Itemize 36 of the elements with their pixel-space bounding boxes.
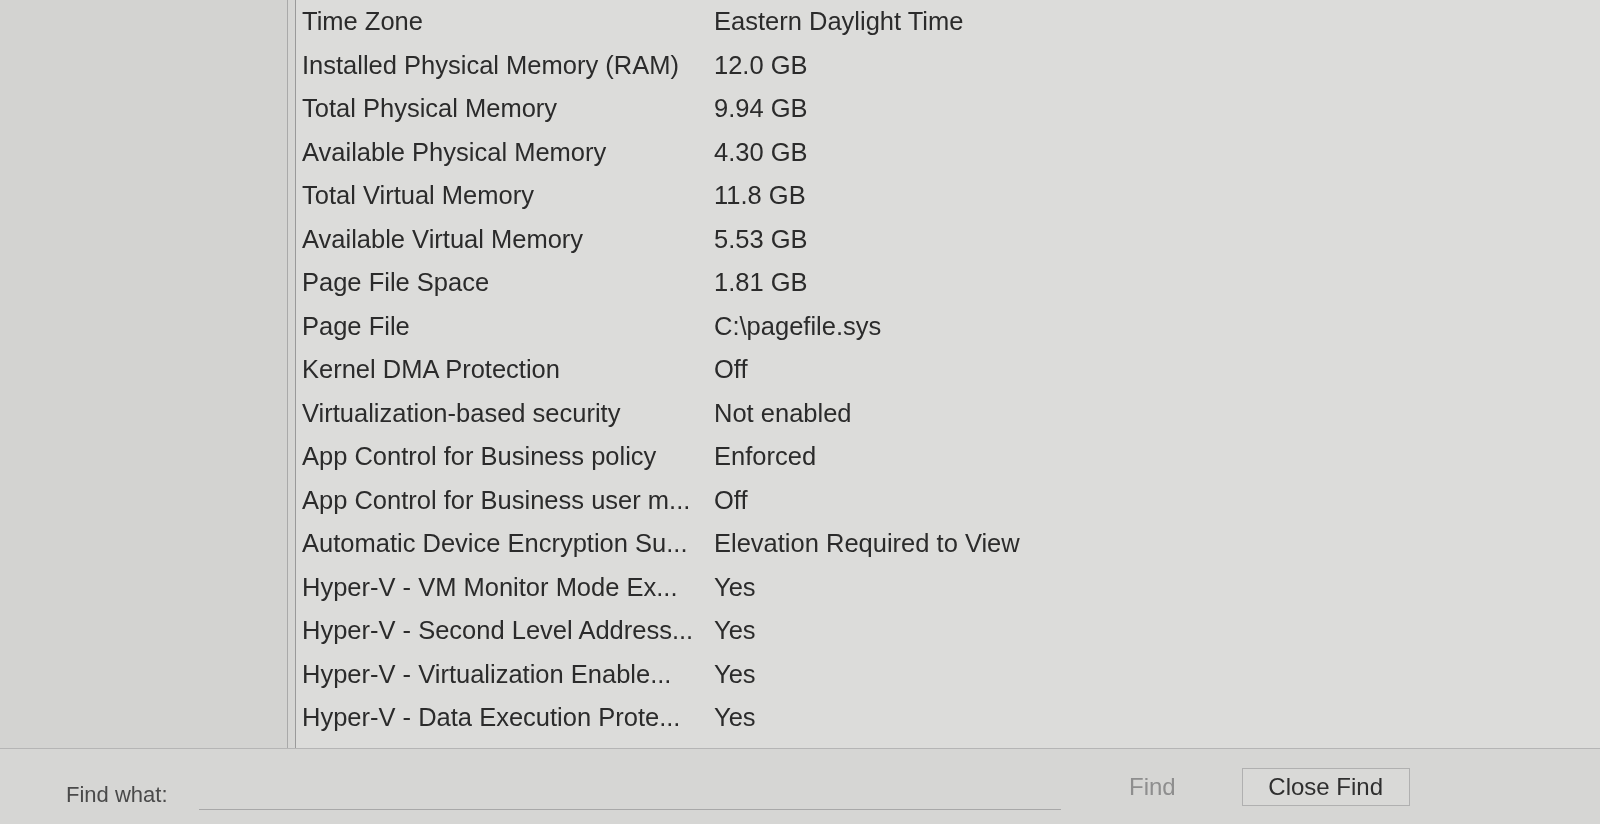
item-name: App Control for Business user m... (302, 487, 692, 513)
item-name: Available Virtual Memory (302, 226, 585, 252)
item-name: Installed Physical Memory (RAM) (302, 52, 680, 78)
item-value: 12.0 GB (714, 52, 808, 78)
item-name: Automatic Device Encryption Su... (302, 531, 689, 557)
item-value: Eastern Daylight Time (714, 9, 964, 35)
item-value: Yes (714, 705, 756, 731)
item-name: Hyper-V - Data Execution Prote... (302, 705, 682, 731)
item-value: 9.94 GB (714, 96, 808, 122)
close-find-button[interactable]: Close Find (1241, 767, 1410, 806)
item-name: Page File Space (302, 270, 491, 296)
item-value: Yes (714, 618, 756, 644)
item-value: C:\pagefile.sys (714, 313, 882, 339)
item-name: Total Virtual Memory (302, 183, 535, 209)
item-name: Hyper-V - VM Monitor Mode Ex... (302, 574, 679, 600)
item-value: 4.30 GB (714, 139, 808, 165)
item-name: Kernel DMA Protection (302, 357, 561, 383)
item-value: 5.53 GB (714, 226, 808, 252)
item-name: Time Zone (302, 9, 424, 35)
item-value: 1.81 GB (714, 270, 808, 296)
find-label: Find what: (66, 782, 168, 807)
item-value: Enforced (714, 444, 817, 470)
item-value: Yes (714, 574, 756, 600)
item-value: Off (714, 357, 748, 383)
item-value: Off (714, 487, 748, 513)
item-name: App Control for Business policy (302, 444, 658, 470)
item-value: Yes (714, 661, 756, 687)
item-name: Total Physical Memory (302, 96, 559, 122)
item-name: Available Physical Memory (302, 139, 608, 165)
item-name: Page File (302, 313, 411, 339)
item-name: Virtualization-based security (302, 400, 622, 426)
item-value: 11.8 GB (714, 183, 806, 209)
item-value: Not enabled (714, 400, 852, 426)
item-name: Hyper-V - Second Level Address... (302, 618, 695, 644)
item-value: Elevation Required to View (714, 531, 1020, 557)
item-name: Hyper-V - Virtualization Enable... (302, 661, 673, 687)
